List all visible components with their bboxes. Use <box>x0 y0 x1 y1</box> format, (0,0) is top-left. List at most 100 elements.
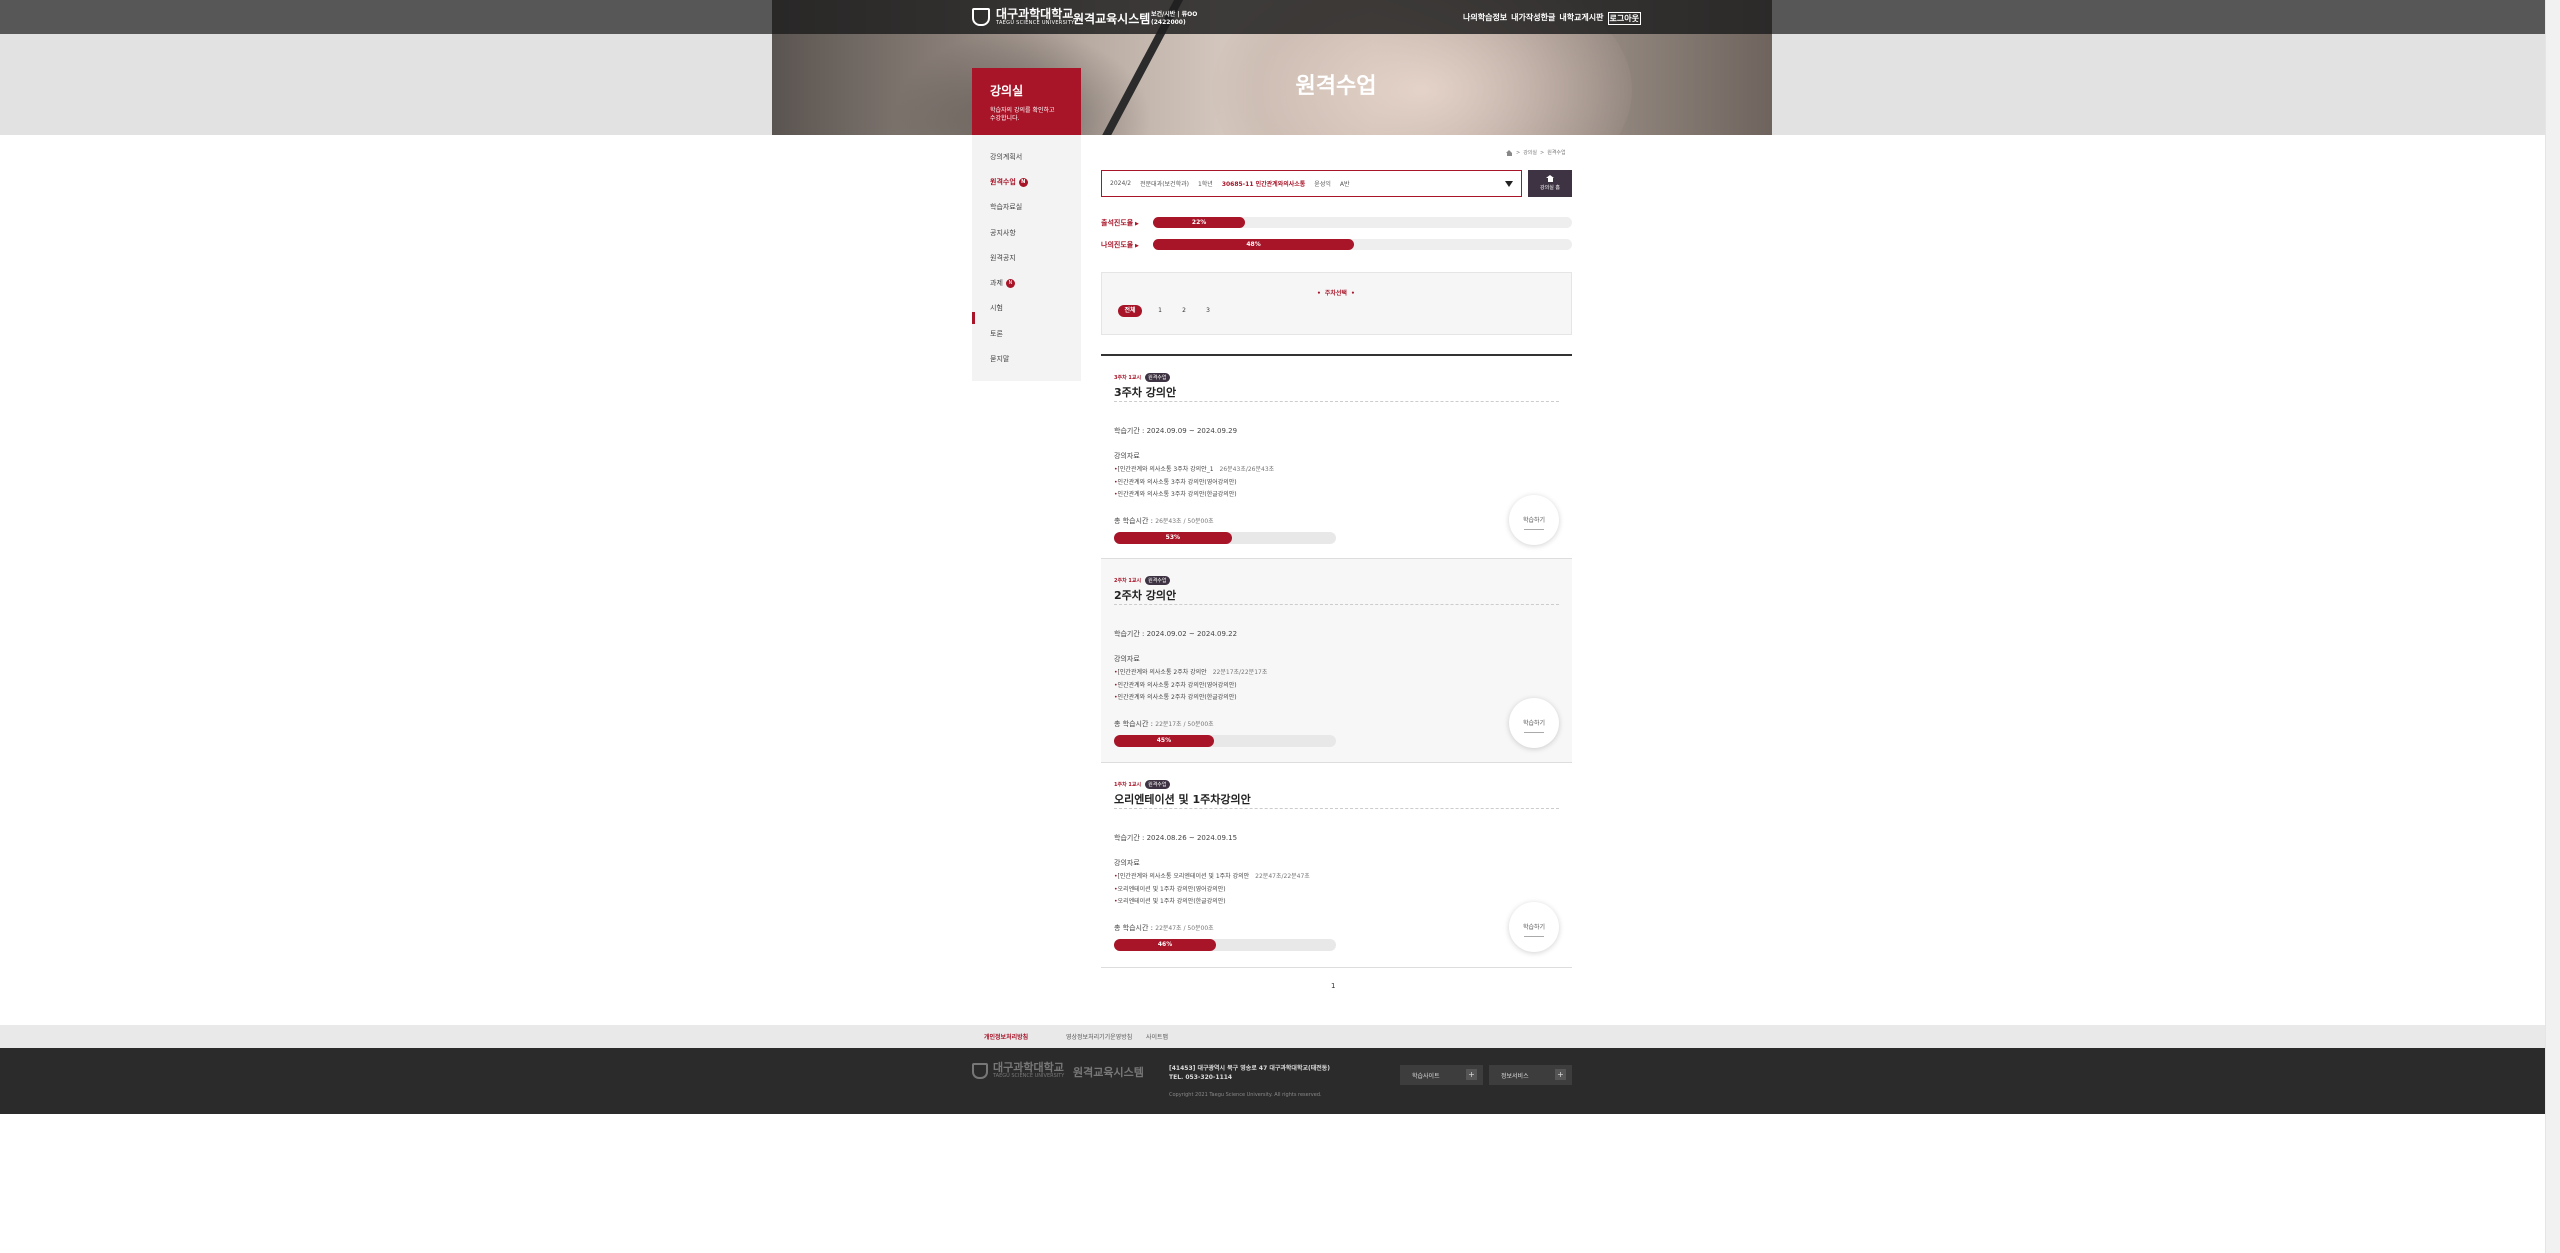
sidebar-item-online-class[interactable]: 원격수업 N <box>990 177 1028 187</box>
classroom-home-button[interactable]: 강의실 홈 <box>1528 170 1572 197</box>
lecture-title: 오리엔테이션 및 1주차강의안 <box>1114 793 1251 806</box>
sidebar-item-exam[interactable]: 시험 <box>990 303 1003 313</box>
lecture-period: 학습기간 : 2024.09.02 ~ 2024.09.22 <box>1114 630 1238 638</box>
footer-system-name: 원격교육시스템 <box>1073 1066 1144 1079</box>
lecture-tag: 원격수업 <box>1145 576 1170 585</box>
new-badge: N <box>1018 177 1028 187</box>
lecture-title: 2주차 강의안 <box>1114 589 1177 602</box>
new-badge: N <box>1005 278 1015 288</box>
lecture-item: 2주차 1교시 원격수업 2주차 강의안 학습기간 : 2024.09.02 ~ … <box>1101 559 1572 763</box>
footer-link-sitemap[interactable]: 사이트맵 <box>1146 1032 1168 1041</box>
footer-logo: 대구과학대학교 TAEGU SCIENCE UNIVERSITY <box>972 1062 1064 1079</box>
breadcrumb: > 강의실 > 원격수업 <box>1506 149 1566 156</box>
sidebar-item-discussion[interactable]: 토론 <box>990 329 1003 339</box>
home-icon[interactable] <box>1506 149 1513 156</box>
material-item[interactable]: 인간관계와 의사소통 2주차 강의안(한글강의안) <box>1114 692 1237 701</box>
vertical-scrollbar[interactable] <box>2545 0 2560 1253</box>
sidebar-item-qna[interactable]: 묻지말 <box>990 354 1009 364</box>
attendance-progress-label: 출석진도율 <box>1101 218 1139 228</box>
sidebar-menu: 강의계획서 원격수업 N 학습자료실 공지사항 원격공지 과제 N 시험 토론 묻지… <box>972 135 1081 381</box>
material-item[interactable]: 인간관계와 의사소통 2주차 강의안(영어강의안) <box>1114 680 1237 689</box>
total-study-time: 총 학습시간 : 22분17초 / 50분00초 <box>1114 720 1214 728</box>
sidebar-item-assignments[interactable]: 과제 N <box>990 278 1015 288</box>
lecture-progress-fill: 45% <box>1114 735 1214 747</box>
lecture-week: 1주차 1교시 <box>1114 782 1142 788</box>
plus-icon: + <box>1555 1069 1566 1080</box>
material-item[interactable]: 오리엔테이션 및 1주차 강의안(영어강의안) <box>1114 884 1226 893</box>
top-link-my-info[interactable]: 나의학습정보 <box>1463 12 1507 25</box>
footer-links: 개인정보처리방침 영상정보처리기기운영방침 사이트맵 <box>0 1025 2560 1048</box>
lecture-item: 1주차 1교시 원격수업 오리엔테이션 및 1주차강의안 학습기간 : 2024.… <box>1101 763 1572 968</box>
attendance-progress-bar: 22% <box>1153 217 1572 228</box>
page-title: 원격수업 <box>1295 74 1377 99</box>
system-name[interactable]: 원격교육시스템 <box>1073 10 1150 27</box>
dropdown-arrow-icon <box>1505 181 1513 187</box>
total-study-time: 총 학습시간 : 22분47초 / 50분00초 <box>1114 924 1214 932</box>
lecture-week: 2주차 1교시 <box>1114 578 1142 584</box>
lecture-progress-bar: 45% <box>1114 735 1336 747</box>
week-select-title: 주차선택 <box>1313 288 1359 297</box>
footer-link-privacy[interactable]: 개인정보처리방침 <box>984 1032 1028 1041</box>
university-emblem-icon <box>972 1062 988 1079</box>
material-item[interactable]: 인간관계와 의사소통 3주차 강의안(한글강의안) <box>1114 489 1237 498</box>
lecture-title: 3주차 강의안 <box>1114 386 1177 399</box>
study-button[interactable]: 학습하기 <box>1509 902 1559 952</box>
lecture-progress-fill: 53% <box>1114 532 1232 544</box>
week-option-1[interactable]: 1 <box>1155 305 1165 317</box>
lecture-period: 학습기간 : 2024.09.09 ~ 2024.09.29 <box>1114 427 1238 435</box>
active-indicator <box>972 312 975 324</box>
footer-copyright: Copyright 2021 Taegu Science University.… <box>1169 1092 1322 1098</box>
user-info: 보건/시반 | 류OO (2422000) <box>1151 11 1198 26</box>
footer-link-cctv-policy[interactable]: 영상정보처리기기운영방침 <box>1066 1032 1132 1041</box>
material-item[interactable]: [인간관계와 의사소통 3주차 강의안_126분43초/26분43초 <box>1114 464 1275 473</box>
sidebar-item-materials[interactable]: 학습자료실 <box>990 202 1022 212</box>
home-icon <box>1546 175 1554 182</box>
top-link-my-posts[interactable]: 내가작성한글 <box>1511 12 1555 25</box>
top-links: 나의학습정보 내가작성한글 내학교게시판 로그아웃 <box>1463 12 1641 25</box>
lecture-item: 3주차 1교시 원격수업 3주차 강의안 학습기간 : 2024.09.09 ~ … <box>1101 356 1572 559</box>
materials-header: 강의자료 <box>1114 452 1140 460</box>
university-emblem-icon <box>972 8 990 26</box>
attendance-progress-fill: 22% <box>1153 217 1246 228</box>
my-progress-fill: 48% <box>1153 239 1355 250</box>
selected-course: 30685-11 인간관계와의사소통 <box>1221 181 1306 188</box>
week-option-3[interactable]: 3 <box>1203 305 1213 317</box>
top-link-school-board[interactable]: 내학교게시판 <box>1559 12 1603 25</box>
footer: 대구과학대학교 TAEGU SCIENCE UNIVERSITY 원격교육시스템… <box>0 1048 2545 1114</box>
week-option-all[interactable]: 전체 <box>1118 305 1142 317</box>
sidebar-title: 강의실 <box>990 84 1024 98</box>
university-logo[interactable]: 대구과학대학교 TAEGU SCIENCE UNIVERSITY <box>972 8 1075 26</box>
week-option-2[interactable]: 2 <box>1179 305 1189 317</box>
lecture-progress-fill: 46% <box>1114 939 1217 951</box>
logout-link[interactable]: 로그아웃 <box>1607 12 1641 25</box>
material-item[interactable]: [인간관계와 의사소통 2주차 강의안22분17초/22분17초 <box>1114 667 1268 676</box>
lecture-period: 학습기간 : 2024.08.26 ~ 2024.09.15 <box>1114 834 1238 842</box>
my-progress-bar: 48% <box>1153 239 1572 250</box>
materials-header: 강의자료 <box>1114 655 1140 663</box>
material-item[interactable]: 오리엔테이션 및 1주차 강의안(한글강의안) <box>1114 896 1226 905</box>
my-progress-label: 나의진도율 <box>1101 240 1139 250</box>
study-button[interactable]: 학습하기 <box>1509 698 1559 748</box>
university-name-en: TAEGU SCIENCE UNIVERSITY <box>996 20 1075 26</box>
course-selector[interactable]: 2024/2 전문대과(보건학과) 1학년 30685-11 인간관계와의사소통… <box>1101 170 1522 197</box>
pagination-current-page[interactable]: 1 <box>1331 982 1335 990</box>
sidebar-description: 학습자의 강의를 확인하고 수강합니다. <box>990 107 1055 122</box>
lecture-week: 3주차 1교시 <box>1114 375 1142 381</box>
info-service-select[interactable]: 정보서비스 + <box>1489 1065 1572 1085</box>
material-item[interactable]: [인간관계와 의사소통 오리엔테이션 및 1주차 강의안22분47초/22분47… <box>1114 871 1310 880</box>
lecture-progress-bar: 46% <box>1114 939 1336 951</box>
lecture-tag: 원격수업 <box>1145 780 1170 789</box>
week-selector: 주차선택 전체 1 2 3 <box>1101 272 1572 335</box>
footer-address: [41453] 대구광역시 북구 영송로 47 대구과학대학교(태전동) TEL… <box>1169 1065 1331 1081</box>
learning-site-select[interactable]: 학습사이트 + <box>1400 1065 1483 1085</box>
sidebar-item-online-notice[interactable]: 원격공지 <box>990 253 1016 263</box>
lecture-progress-bar: 53% <box>1114 532 1336 544</box>
sidebar-item-notices[interactable]: 공지사항 <box>990 228 1016 238</box>
materials-header: 강의자료 <box>1114 859 1140 867</box>
study-button[interactable]: 학습하기 <box>1509 495 1559 545</box>
material-item[interactable]: 인간관계와 의사소통 3주차 강의안(영어강의안) <box>1114 477 1237 486</box>
sidebar-item-syllabus[interactable]: 강의계획서 <box>990 152 1022 162</box>
plus-icon: + <box>1466 1069 1477 1080</box>
total-study-time: 총 학습시간 : 26분43초 / 50분00초 <box>1114 517 1214 525</box>
sidebar-header: 강의실 학습자의 강의를 확인하고 수강합니다. <box>972 68 1081 135</box>
